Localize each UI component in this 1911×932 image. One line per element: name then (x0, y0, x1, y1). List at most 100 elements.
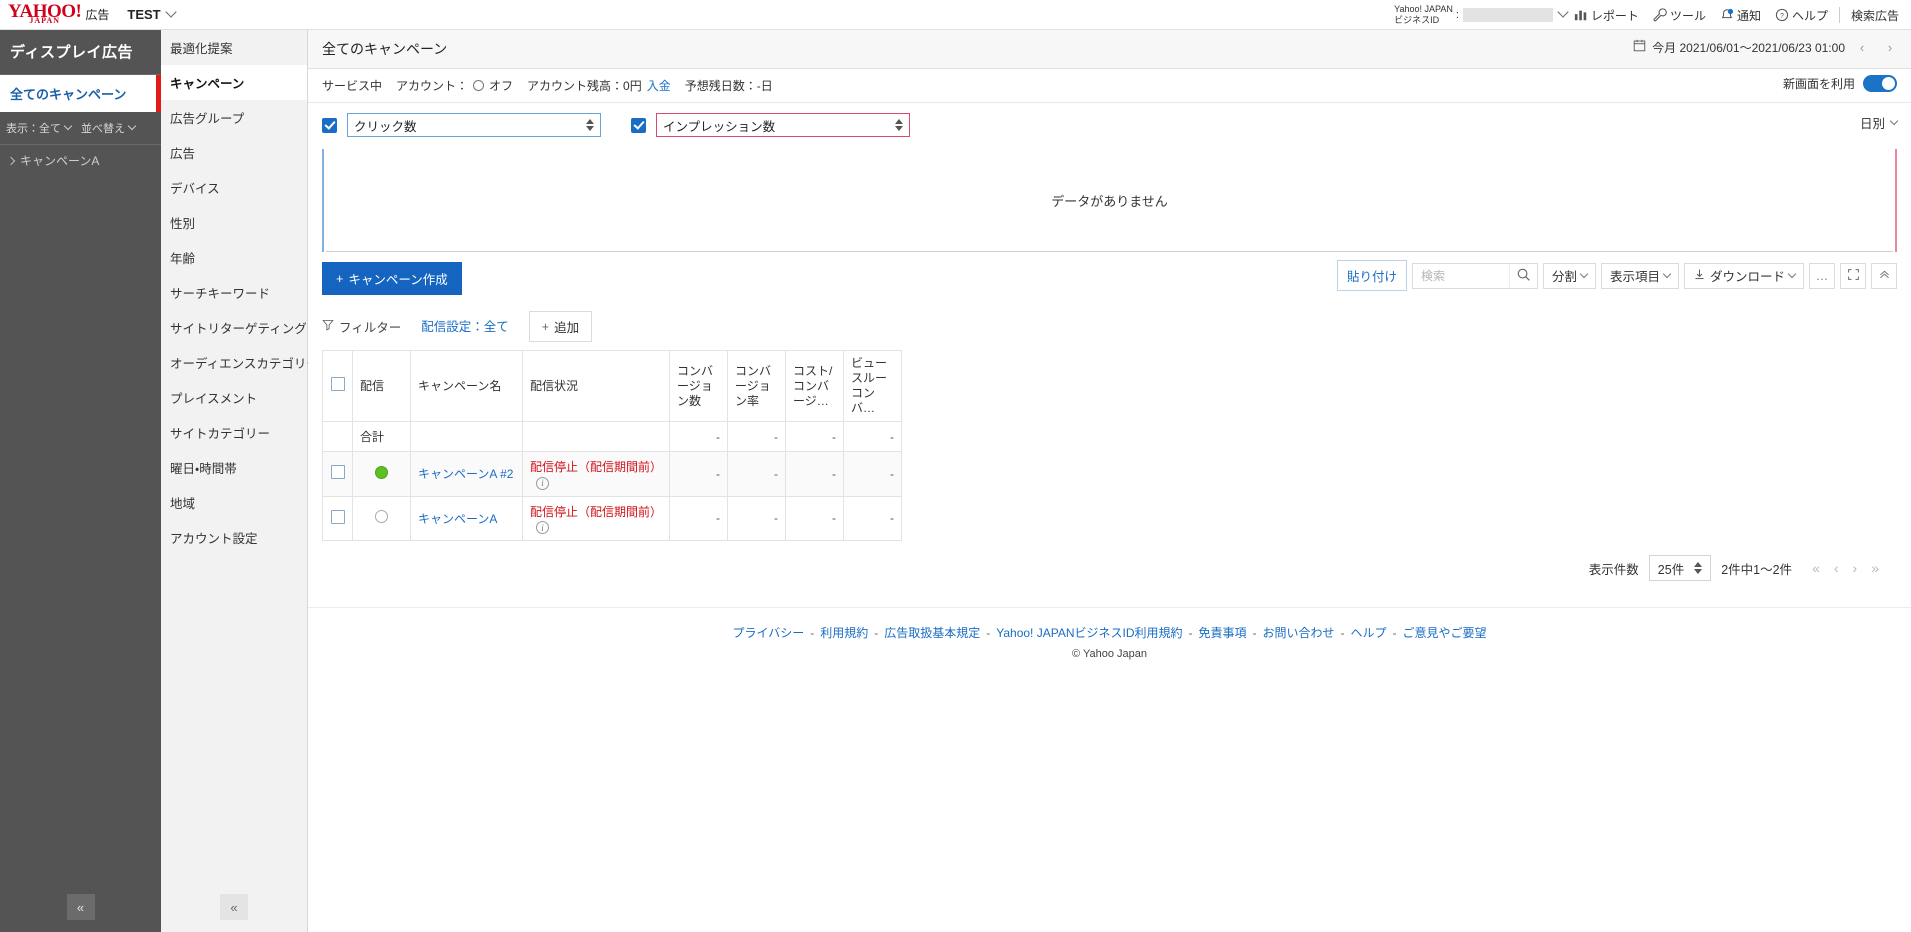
header-conversions[interactable]: コンバージョン数 (669, 350, 729, 422)
campaign-name-link[interactable]: キャンペーンA (418, 512, 497, 526)
header-campaign-name[interactable]: キャンペーン名 (410, 350, 523, 422)
delivery-status-off-icon[interactable] (375, 510, 388, 524)
add-filter-button[interactable]: + 追加 (528, 311, 593, 342)
header-item-report[interactable]: レポート (1567, 7, 1646, 24)
table-row[interactable]: キャンペーンA 配信停止（配信期間前） i - - - - (322, 495, 903, 541)
header-conversion-rate[interactable]: コンバージョン率 (727, 350, 787, 422)
header-item-search-ads[interactable]: 検索広告 (1844, 7, 1911, 24)
rows-per-page-select[interactable]: 25件 (1648, 555, 1712, 581)
nav-item-campaign[interactable]: キャンペーン (161, 65, 307, 100)
columns-button[interactable]: 表示項目 (1600, 262, 1679, 289)
filter-label: フィルター (339, 321, 402, 335)
pagination-prev-button[interactable]: ‹ (1834, 560, 1839, 576)
footer-link-disclaimer[interactable]: 免責事項 (1199, 626, 1247, 640)
split-button[interactable]: 分割 (1542, 262, 1596, 289)
footer-link-privacy[interactable]: プライバシー (732, 626, 804, 640)
footer-link-help[interactable]: ヘルプ (1351, 626, 1387, 640)
account-status-bar: サービス中 アカウント： オフ アカウント残高：0円 入金 予想残日数：-日 新… (308, 69, 1911, 103)
rows-per-page-label: 表示件数 (1588, 562, 1639, 577)
business-id-colon: : (1455, 9, 1459, 21)
sidebar-tree-item-campaign-a[interactable]: キャンペーンA (0, 145, 161, 176)
pagination-next-button[interactable]: › (1853, 560, 1858, 576)
chart-granularity-select[interactable]: 日別 (1860, 113, 1899, 132)
row-name-cell: キャンペーンA (410, 495, 523, 541)
filter-chip-delivery-setting[interactable]: 配信設定：全て (413, 311, 517, 342)
download-icon (1693, 268, 1706, 284)
header-delivery[interactable]: 配信 (352, 350, 411, 422)
row-checkbox[interactable] (330, 509, 345, 524)
nav-item-device[interactable]: デバイス (161, 170, 307, 205)
radio-off-icon[interactable] (473, 80, 485, 91)
date-prev-button[interactable]: ‹ (1851, 36, 1873, 58)
collapse-panel-button[interactable] (1871, 262, 1897, 289)
table-total-row: 合計 - - - - (322, 421, 903, 452)
create-campaign-button[interactable]: + キャンペーン作成 (322, 262, 462, 295)
metric1-select[interactable]: クリック数 (347, 113, 601, 137)
pagination-first-button[interactable]: « (1812, 560, 1820, 576)
footer-link-bizid-terms[interactable]: Yahoo! JAPANビジネスID利用規約 (996, 626, 1182, 640)
ads-label: 広告 (85, 8, 110, 22)
table-row[interactable]: キャンペーンA #2 配信停止（配信期間前） i - - - - (322, 451, 903, 497)
sidebar-filter-sort[interactable]: 並べ替え (81, 120, 137, 136)
footer-link-ad-rules[interactable]: 広告取扱基本規定 (884, 626, 980, 640)
nav-item-site-retargeting[interactable]: サイトリターゲティング (161, 310, 307, 345)
account-toggle[interactable]: アカウント： オフ (396, 77, 513, 94)
nav-item-placement[interactable]: プレイスメント (161, 380, 307, 415)
deposit-link[interactable]: 入金 (647, 77, 671, 94)
search-input[interactable] (1412, 263, 1509, 288)
header-item-help[interactable]: ? ヘルプ (1768, 7, 1835, 24)
nav-item-gender[interactable]: 性別 (161, 205, 307, 240)
nav-item-adgroup[interactable]: 広告グループ (161, 100, 307, 135)
header-item-tools[interactable]: ツール (1646, 7, 1713, 24)
info-icon[interactable]: i (536, 521, 549, 534)
nav-item-audience-category[interactable]: オーディエンスカテゴリー (161, 345, 319, 380)
nav-item-ad[interactable]: 広告 (161, 135, 307, 170)
nav-collapse-button[interactable]: « (220, 894, 248, 920)
header-delivery-status[interactable]: 配信状況 (521, 350, 671, 422)
nav-item-day-hour[interactable]: 曜日・時間帯 (161, 450, 307, 485)
campaign-name-link[interactable]: キャンペーンA #2 (418, 467, 513, 481)
header-cost-per-conversion[interactable]: コスト/コンバージ… (785, 350, 845, 422)
nav-item-site-category[interactable]: サイトカテゴリー (161, 415, 307, 450)
nav-item-region[interactable]: 地域 (161, 485, 307, 520)
account-switcher-label[interactable]: TEST (127, 7, 160, 22)
info-icon[interactable]: i (536, 476, 549, 490)
header-item-notifications[interactable]: 通知 (1713, 7, 1768, 24)
new-ui-toggle[interactable] (1863, 75, 1897, 92)
select-all-checkbox[interactable] (330, 377, 345, 391)
footer-link-terms[interactable]: 利用規約 (820, 626, 868, 640)
metric2-checkbox[interactable] (631, 117, 646, 133)
row-checkbox[interactable] (330, 465, 345, 480)
date-next-button[interactable]: › (1879, 36, 1901, 58)
sidebar-item-all-campaigns[interactable]: 全てのキャンペーン (0, 75, 161, 112)
sidebar-filter-display[interactable]: 表示：全て (6, 120, 73, 136)
metric2-select[interactable]: インプレッション数 (656, 113, 910, 137)
more-options-button[interactable]: … (1809, 262, 1835, 289)
pagination-last-button[interactable]: » (1871, 560, 1879, 576)
nav-item-account-settings[interactable]: アカウント設定 (161, 520, 307, 555)
nav-item-age[interactable]: 年齢 (161, 240, 307, 275)
download-button[interactable]: ダウンロード (1683, 262, 1804, 289)
footer-separator: - (874, 626, 879, 640)
delivery-status-on-icon[interactable] (375, 465, 388, 479)
chevron-right-icon[interactable] (6, 156, 16, 165)
nav-item-optimization[interactable]: 最適化提案 (161, 30, 307, 65)
search-button[interactable] (1508, 263, 1537, 288)
header-view-through-conversions[interactable]: ビュースルーコンバ… (843, 350, 903, 422)
sidebar-collapse-button[interactable]: « (66, 894, 95, 920)
footer-link-feedback[interactable]: ご意見やご要望 (1403, 626, 1487, 640)
footer-link-contact[interactable]: お問い合わせ (1263, 626, 1335, 640)
fullscreen-button[interactable] (1840, 262, 1866, 289)
date-range-text: 今月 2021/06/01〜2021/06/23 01:00 (1652, 40, 1845, 55)
pagination-range: 2件中1〜2件 (1721, 562, 1793, 577)
yahoo-japan-ads-logo[interactable]: YAHOO! JAPAN 広告 (8, 2, 110, 26)
filter-button[interactable]: フィルター (322, 317, 401, 336)
delivery-status-text: 配信停止（配信期間前） (530, 460, 663, 474)
table-toolbar-right: 貼り付け 分割 表示項目 (1336, 260, 1897, 291)
chevron-down-icon[interactable] (164, 5, 177, 18)
nav-item-search-keyword[interactable]: サーチキーワード (161, 275, 307, 310)
metric1-checkbox[interactable] (322, 117, 337, 133)
date-range-picker[interactable]: 今月 2021/06/01〜2021/06/23 01:00 (1633, 39, 1845, 56)
row-status-cell: 配信停止（配信期間前） i (521, 451, 671, 497)
paste-button[interactable]: 貼り付け (1336, 260, 1407, 291)
